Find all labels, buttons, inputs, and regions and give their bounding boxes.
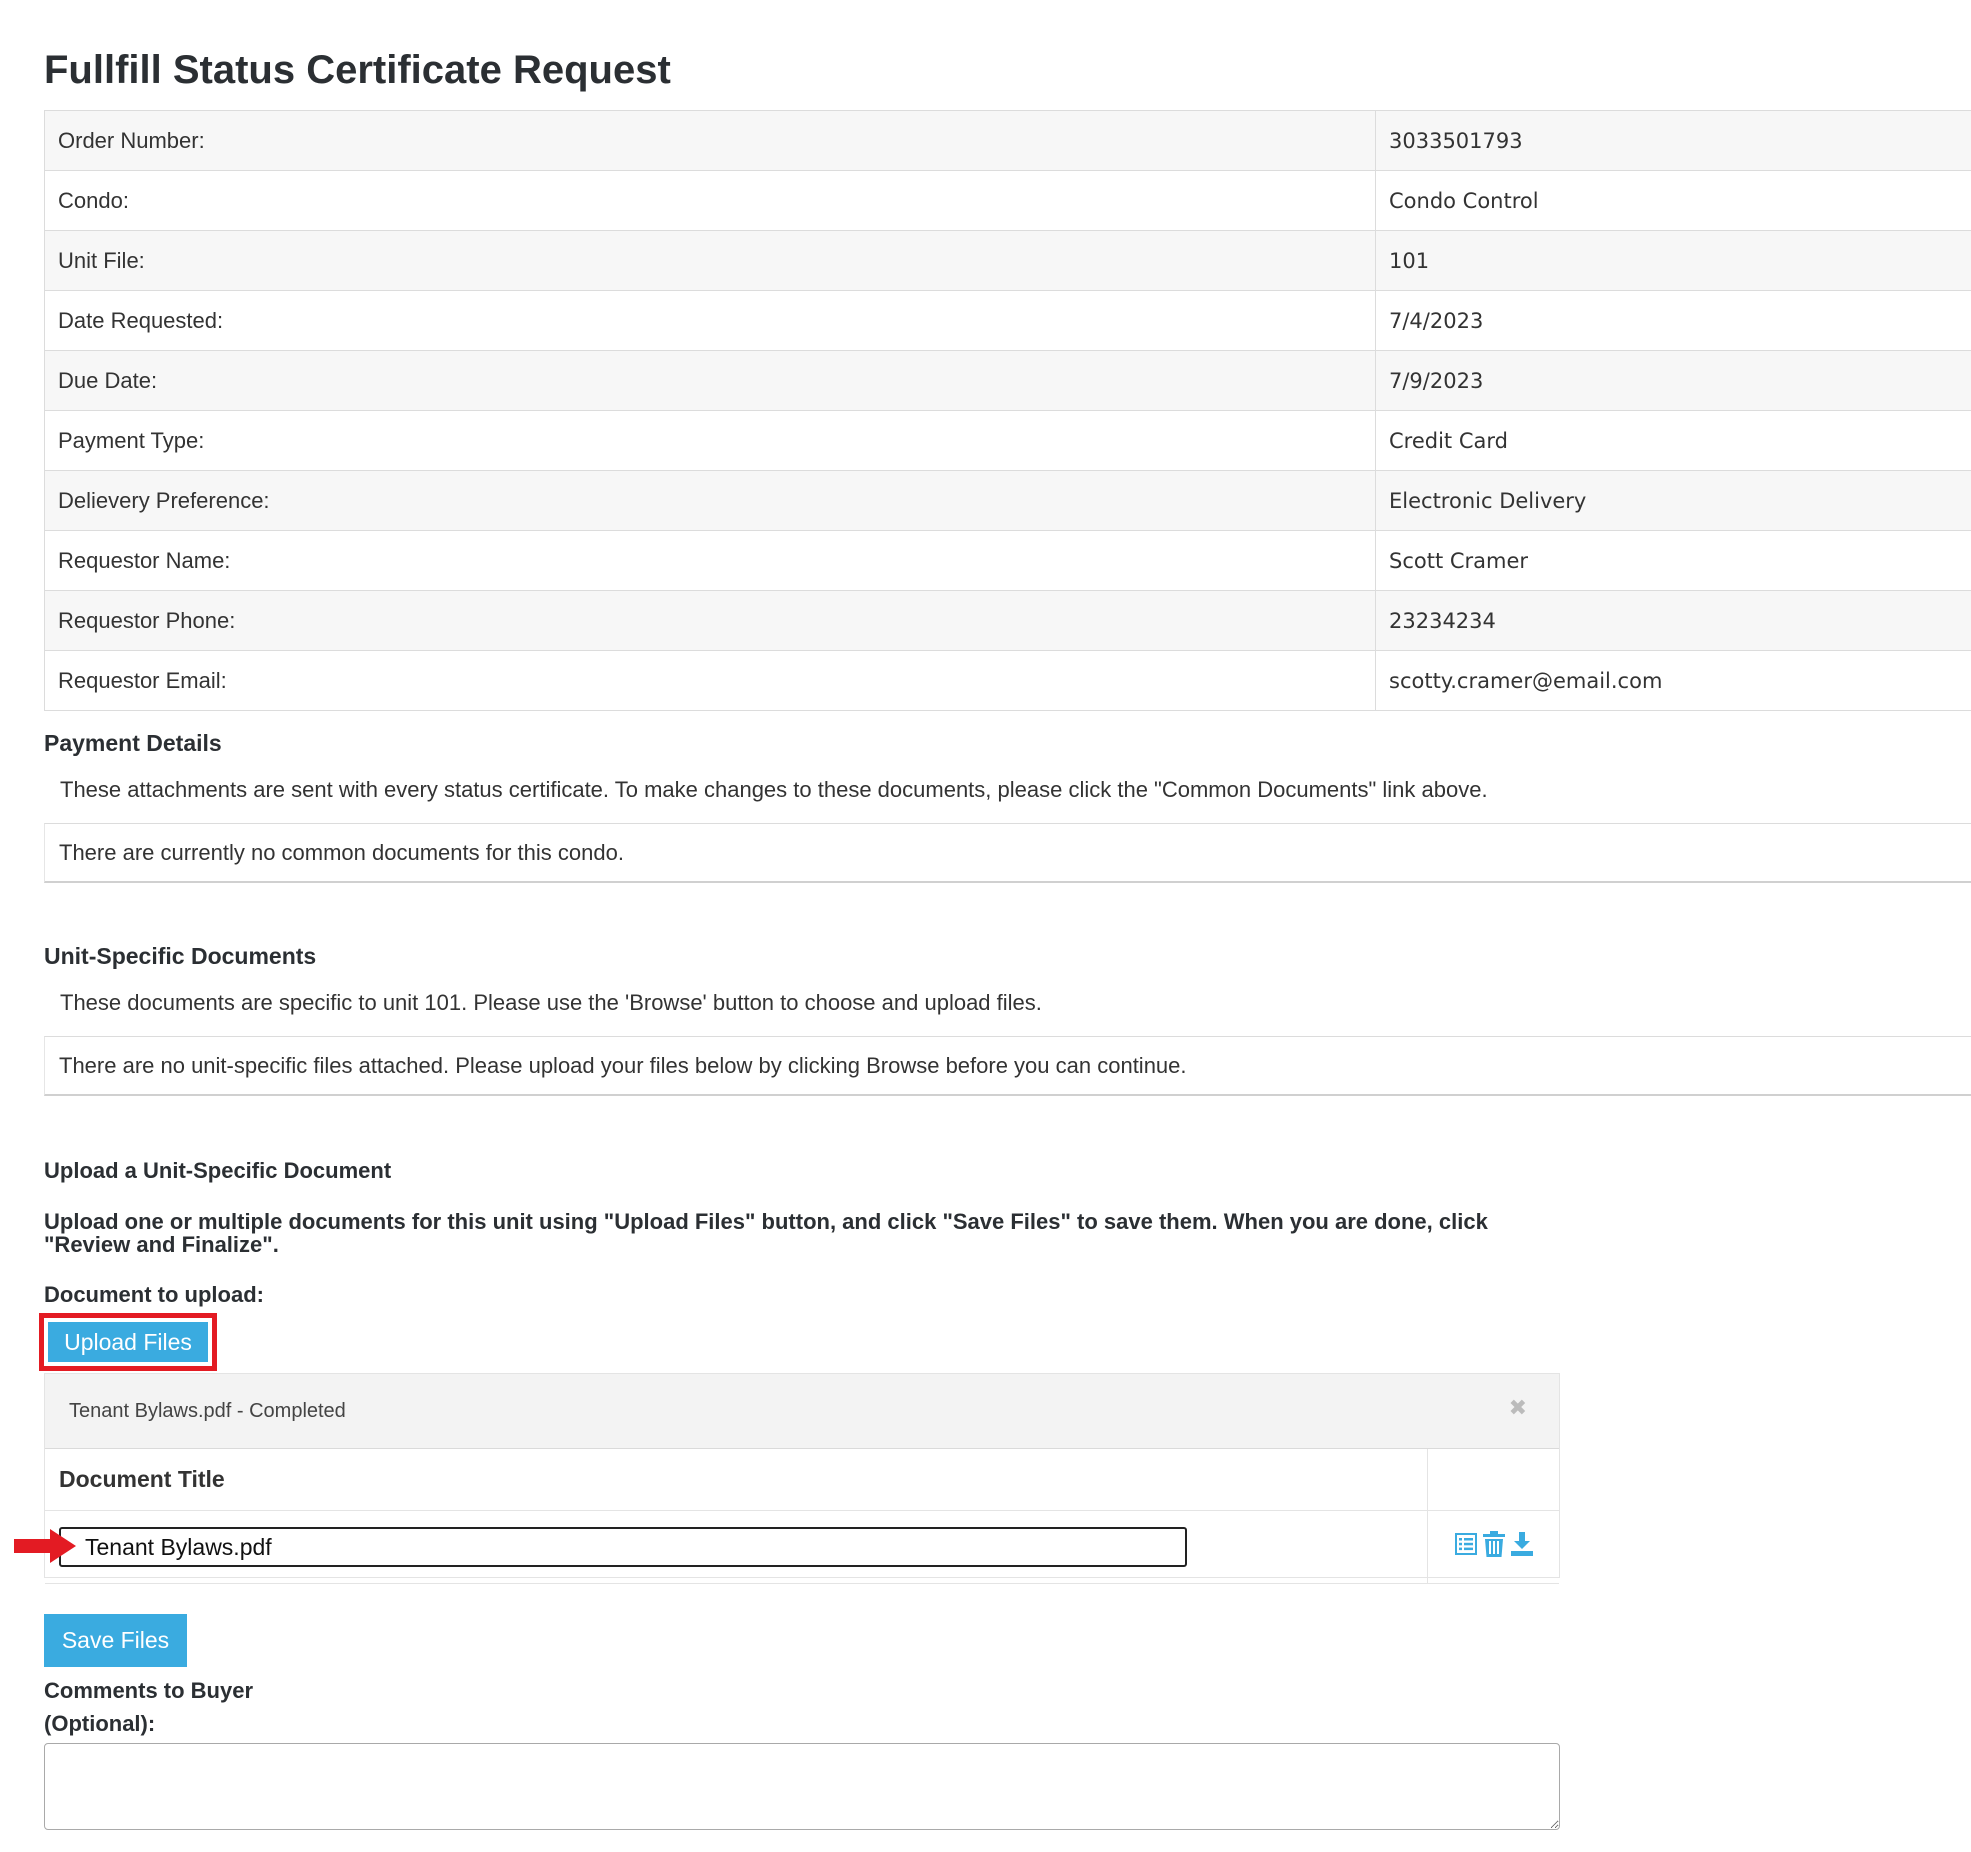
document-title-header: Document Title: [45, 1449, 1428, 1511]
requestor-name-label: Requestor Name:: [44, 530, 1376, 591]
document-title-cell: [45, 1510, 1428, 1584]
file-status-text: Tenant Bylaws.pdf - Completed: [69, 1400, 346, 1422]
common-documents-notice: There are currently no common documents …: [44, 823, 1971, 883]
table-row: Unit File: 101: [44, 230, 1971, 291]
table-header-row: Document Title: [45, 1449, 1559, 1511]
unit-file-label: Unit File:: [44, 230, 1376, 291]
upload-files-button[interactable]: Upload Files: [48, 1322, 208, 1362]
table-row: Payment Type: Credit Card: [44, 410, 1971, 471]
requestor-phone-label: Requestor Phone:: [44, 590, 1376, 651]
unit-documents-heading: Unit-Specific Documents: [44, 943, 317, 969]
payment-type-value: Credit Card: [1375, 410, 1971, 471]
order-number-value: 3033501793: [1375, 110, 1971, 171]
document-table: Document Title: [45, 1449, 1559, 1584]
page-title: Fullfill Status Certificate Request: [44, 48, 671, 92]
condo-label: Condo:: [44, 170, 1376, 231]
requestor-phone-value: 23234234: [1375, 590, 1971, 651]
table-row: Due Date: 7/9/2023: [44, 350, 1971, 411]
table-row: Date Requested: 7/4/2023: [44, 290, 1971, 351]
table-row: Requestor Name: Scott Cramer: [44, 530, 1971, 591]
due-date-label: Due Date:: [44, 350, 1376, 411]
order-details-table: Order Number: 3033501793 Condo: Condo Cont…: [44, 110, 1971, 711]
table-row: Delievery Preference: Electronic Delivery: [44, 470, 1971, 531]
condo-value: Condo Control: [1375, 170, 1971, 231]
comments-label-line1: Comments to Buyer: [44, 1678, 254, 1703]
close-icon[interactable]: ✖: [1509, 1396, 1527, 1421]
table-row: Condo: Condo Control: [44, 170, 1971, 231]
upload-heading: Upload a Unit-Specific Document: [44, 1158, 392, 1183]
requestor-email-value: scotty.cramer@email.com: [1375, 650, 1971, 711]
date-requested-label: Date Requested:: [44, 290, 1376, 351]
document-to-upload-label: Document to upload:: [44, 1282, 264, 1307]
payment-details-heading: Payment Details: [44, 730, 222, 756]
upload-file-panel: Tenant Bylaws.pdf - Completed ✖ Document…: [44, 1373, 1560, 1584]
payment-type-label: Payment Type:: [44, 410, 1376, 471]
table-row: Requestor Phone: 23234234: [44, 590, 1971, 651]
download-icon[interactable]: [1510, 1532, 1533, 1556]
comments-label: Comments to Buyer (Optional):: [44, 1674, 253, 1740]
delivery-preference-value: Electronic Delivery: [1375, 470, 1971, 531]
requestor-email-label: Requestor Email:: [44, 650, 1376, 711]
table-row: Order Number: 3033501793: [44, 110, 1971, 171]
document-actions-cell: [1427, 1510, 1559, 1584]
list-icon[interactable]: [1454, 1533, 1477, 1555]
order-number-label: Order Number:: [44, 110, 1376, 171]
file-status-bar: Tenant Bylaws.pdf - Completed ✖: [45, 1374, 1559, 1449]
unit-documents-description: These documents are specific to unit 101…: [60, 990, 1042, 1015]
document-title-input[interactable]: [59, 1527, 1187, 1567]
table-row: [45, 1510, 1559, 1584]
upload-instructions: Upload one or multiple documents for thi…: [44, 1209, 1488, 1257]
table-row: Requestor Email: scotty.cramer@email.com: [44, 650, 1971, 711]
date-requested-value: 7/4/2023: [1375, 290, 1971, 351]
save-files-button[interactable]: Save Files: [44, 1614, 187, 1667]
comments-textarea[interactable]: [44, 1743, 1560, 1830]
actions-header: [1427, 1449, 1559, 1511]
unit-documents-notice: There are no unit-specific files attache…: [44, 1036, 1971, 1096]
requestor-name-value: Scott Cramer: [1375, 530, 1971, 591]
comments-label-line2: (Optional):: [44, 1711, 156, 1736]
payment-details-description: These attachments are sent with every st…: [60, 777, 1488, 802]
due-date-value: 7/9/2023: [1375, 350, 1971, 411]
arrow-pointer-icon: [14, 1529, 76, 1563]
trash-icon[interactable]: [1482, 1531, 1505, 1557]
unit-file-value: 101: [1375, 230, 1971, 291]
delivery-preference-label: Delievery Preference:: [44, 470, 1376, 531]
